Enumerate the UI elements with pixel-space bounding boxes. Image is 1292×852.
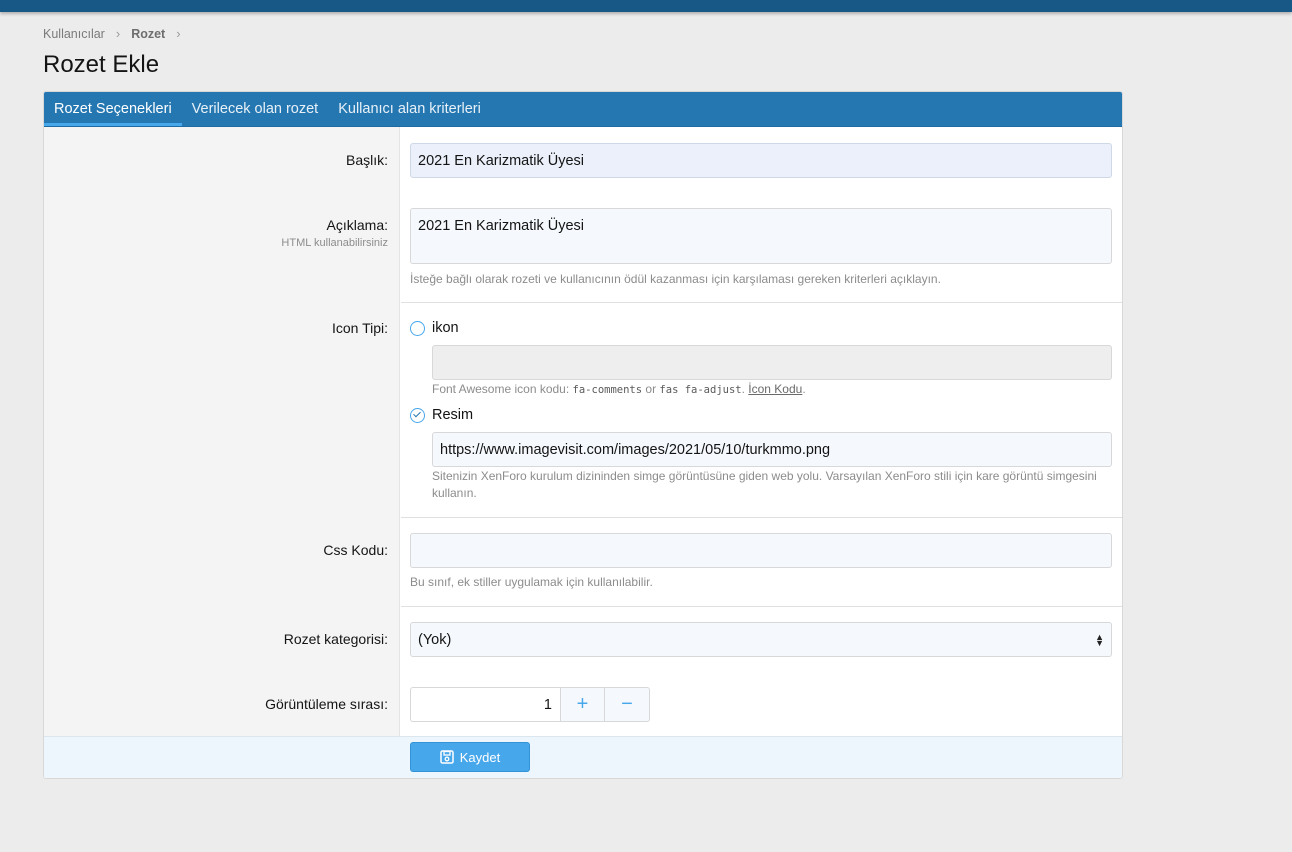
display-order-input[interactable]: 1 [410, 687, 560, 722]
icon-explain-or: or [642, 382, 660, 396]
category-label: Rozet kategorisi: [283, 631, 388, 647]
display-order-stepper: 1 + − [410, 687, 650, 722]
icon-explain-code: fas fa-adjust [659, 384, 742, 396]
chevron-right-icon: › [176, 26, 181, 41]
image-option-label: Resim [432, 407, 474, 423]
tab-user-criteria[interactable]: Kullanıcı alan kriterleri [328, 92, 491, 126]
form-footer: Kaydet [44, 736, 1122, 778]
css-label: Css Kodu: [323, 542, 388, 558]
breadcrumb: Kullanıcılar › Rozet › [43, 26, 192, 41]
title-label: Başlık: [345, 152, 388, 168]
description-explain: İsteğe bağlı olarak rozeti ve kullanıcın… [410, 272, 941, 286]
title-input[interactable]: 2021 En Karizmatik Üyesi [410, 143, 1112, 178]
icon-option-label: ikon [432, 320, 459, 336]
icon-explain-end: . [802, 382, 806, 396]
icon-radio-option[interactable]: ikon [410, 320, 459, 336]
description-textarea[interactable]: 2021 En Karizmatik Üyesi [410, 208, 1112, 264]
description-hint: HTML kullanabilirsiniz [281, 237, 388, 249]
save-button[interactable]: Kaydet [410, 742, 530, 772]
chevron-right-icon: › [115, 26, 121, 41]
radio-unchecked-icon[interactable] [410, 320, 425, 336]
icon-explain-code: fa-comments [572, 384, 643, 396]
form-body: Başlık: 2021 En Karizmatik Üyesi Açıklam… [44, 127, 1122, 738]
tab-badge-options[interactable]: Rozet Seçenekleri [44, 92, 182, 126]
icon-explain-text: Font Awesome icon kodu: [432, 382, 573, 396]
icon-code-input[interactable] [432, 345, 1112, 380]
icon-explain: Font Awesome icon kodu: fa-comments or f… [432, 381, 806, 399]
divider [401, 517, 1122, 518]
image-explain: Sitenizin XenForo kurulum dizininden sim… [432, 469, 1097, 500]
css-input[interactable] [410, 533, 1112, 568]
description-label: Açıklama: [326, 217, 388, 233]
top-bar [0, 0, 1292, 12]
breadcrumb-users[interactable]: Kullanıcılar [43, 27, 105, 41]
display-order-label: Görüntüleme sırası: [265, 696, 388, 712]
save-label: Kaydet [459, 749, 501, 765]
breadcrumb-badge[interactable]: Rozet [131, 27, 165, 41]
tab-bar: Rozet Seçenekleri Verilecek olan rozet K… [44, 92, 1122, 127]
decrement-button[interactable]: − [605, 687, 650, 722]
image-radio-option[interactable]: Resim [410, 407, 473, 423]
css-explain: Bu sınıf, ek stiller uygulamak için kull… [410, 575, 653, 589]
divider [401, 606, 1122, 607]
category-select[interactable]: (Yok) ▲ ▼ [410, 622, 1112, 657]
divider [401, 302, 1122, 303]
category-selected-value: (Yok) [418, 631, 452, 648]
tab-awarded-badge[interactable]: Verilecek olan rozet [182, 92, 329, 126]
radio-checked-icon[interactable] [410, 407, 425, 423]
icon-type-label: Icon Tipi: [331, 320, 388, 336]
select-arrows-icon: ▲ ▼ [1095, 631, 1104, 648]
image-url-input[interactable]: https://www.imagevisit.com/images/2021/0… [432, 432, 1112, 467]
page-title: Rozet Ekle [43, 51, 160, 78]
increment-button[interactable]: + [560, 687, 605, 722]
icon-code-link[interactable]: İcon Kodu [748, 382, 802, 396]
badge-form-panel: Rozet Seçenekleri Verilecek olan rozet K… [43, 91, 1123, 779]
save-icon [440, 750, 454, 764]
